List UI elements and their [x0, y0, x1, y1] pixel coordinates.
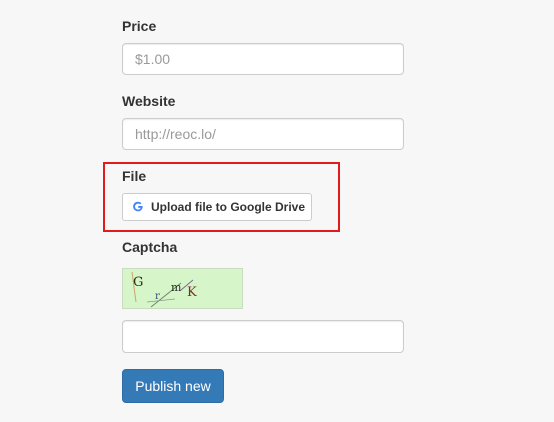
publish-form: Price Website File Upload file to Google…	[0, 0, 554, 422]
captcha-label: Captcha	[122, 239, 178, 255]
file-label: File	[122, 168, 147, 184]
captcha-graphic: G r m K	[131, 271, 197, 308]
publish-button[interactable]: Publish new	[122, 369, 224, 403]
website-input[interactable]	[122, 118, 404, 150]
price-label: Price	[122, 18, 157, 34]
google-g-icon	[131, 200, 145, 214]
price-input[interactable]	[122, 43, 404, 75]
upload-google-drive-button[interactable]: Upload file to Google Drive	[122, 193, 312, 221]
upload-google-drive-label: Upload file to Google Drive	[151, 200, 306, 214]
captcha-char-3: m	[171, 281, 182, 294]
captcha-input[interactable]	[122, 320, 404, 353]
captcha-char-4: K	[187, 285, 197, 300]
website-label: Website	[122, 93, 176, 109]
captcha-char-2: r	[155, 291, 160, 302]
captcha-image: G r m K	[122, 268, 243, 309]
captcha-char-1: G	[133, 275, 143, 290]
